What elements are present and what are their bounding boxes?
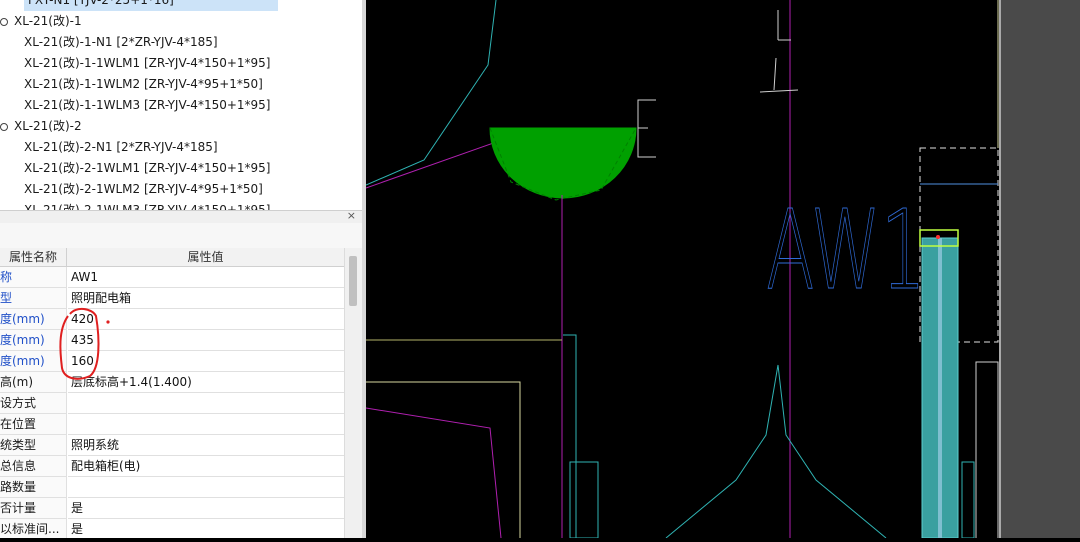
property-scrollbar[interactable] bbox=[344, 248, 362, 538]
tree-item-label: XL-21(改)-1-N1 [2*ZR-YJV-4*185] bbox=[24, 35, 218, 49]
cad-line-magenta-lower bbox=[365, 407, 502, 539]
property-grid: 属性名称 属性值 称 AW1 型照明配电箱 度(mm) 420 度(mm) 435 度(mm)… bbox=[0, 248, 344, 538]
right-gray-panel bbox=[999, 0, 1080, 538]
grip-point[interactable] bbox=[936, 235, 940, 239]
property-value-cell[interactable]: 420 bbox=[68, 309, 344, 330]
cad-line-symbol-base bbox=[759, 89, 799, 93]
tree-item-label: XL-21(改)-1-1WLM1 [ZR-YJV-4*150+1*95] bbox=[24, 56, 271, 70]
header-property-value: 属性值 bbox=[67, 248, 344, 267]
expand-toggle-icon[interactable] bbox=[0, 122, 8, 131]
expand-toggle-icon[interactable] bbox=[0, 17, 8, 26]
tree-item-label: XL-21(改)-2-N1 [2*ZR-YJV-4*185] bbox=[24, 140, 218, 154]
tree-group-item[interactable]: XL-21(改)-2 bbox=[0, 116, 82, 137]
cad-canvas[interactable]: AW1 bbox=[365, 0, 1080, 539]
cad-cyan-rect bbox=[569, 461, 599, 539]
property-value-cell[interactable]: 照明系统 bbox=[68, 435, 344, 456]
drawing-svg: AW1 bbox=[365, 0, 999, 539]
panel-splitter[interactable]: × bbox=[0, 209, 362, 224]
cad-line-yellow-box bbox=[366, 381, 521, 538]
tree-item-label: XL-21(改)-2-1WLM2 [ZR-YJV-4*95+1*50] bbox=[24, 182, 263, 196]
tree-item-label: XL-21(改)-1-1WLM2 [ZR-YJV-4*95+1*50] bbox=[24, 77, 263, 91]
tree-item-label: XL-21(改)-2-1WLM1 [ZR-YJV-4*150+1*95] bbox=[24, 161, 271, 175]
property-name-cell: 路数量 bbox=[0, 477, 67, 498]
property-value-cell[interactable]: 照明配电箱 bbox=[68, 288, 344, 309]
tree-item[interactable]: XL-21(改)-2-1WLM3 [ZR-YJV-4*150+1*95] bbox=[24, 200, 271, 210]
green-fixture-shape bbox=[489, 127, 637, 199]
tree-item[interactable]: XL-21(改)-2-1WLM2 [ZR-YJV-4*95+1*50] bbox=[24, 179, 263, 200]
cad-line-cyan-upper bbox=[365, 0, 497, 186]
property-name-cell: 度(mm) bbox=[0, 330, 67, 351]
tree-item[interactable]: XL-21(改)-1-1WLM3 [ZR-YJV-4*150+1*95] bbox=[24, 95, 271, 116]
property-value-cell[interactable]: 是 bbox=[68, 498, 344, 519]
panel-toolbar-area bbox=[0, 223, 362, 248]
cad-line-symbol-low bbox=[773, 57, 777, 91]
tree-group-item[interactable]: XL-21(改)-1 bbox=[0, 11, 82, 32]
property-value-cell[interactable]: 是 bbox=[68, 519, 344, 538]
property-name-cell: 度(mm) bbox=[0, 309, 67, 330]
property-value-cell[interactable]: AW1 bbox=[68, 267, 344, 288]
property-value-cell[interactable]: 435 bbox=[68, 330, 344, 351]
property-name-cell: 总信息 bbox=[0, 456, 67, 477]
property-name-cell: 在位置 bbox=[0, 414, 67, 435]
tree-item-label: XL-21(改)-1-1WLM3 [ZR-YJV-4*150+1*95] bbox=[24, 98, 271, 112]
property-name-cell: 称 bbox=[0, 267, 67, 288]
tree-item-label: XL-21(改)-1 bbox=[14, 14, 82, 28]
tree-item-label: XL-21(改)-2-1WLM3 [ZR-YJV-4*150+1*95] bbox=[24, 203, 271, 210]
close-icon[interactable]: × bbox=[347, 209, 356, 222]
cad-line-cyan-peak bbox=[665, 364, 887, 539]
property-name-cell: 统类型 bbox=[0, 435, 67, 456]
property-name-cell: 度(mm) bbox=[0, 351, 67, 372]
header-property-name: 属性名称 bbox=[0, 248, 67, 267]
property-value-cell[interactable]: 配电箱柜(电) bbox=[68, 456, 344, 477]
left-panel: FXT-N1 [YJV-2*25+1*16] XL-21(改)-1 XL-21(改)… bbox=[0, 0, 362, 538]
property-name-cell: 否计量 bbox=[0, 498, 67, 519]
aw1-label: AW1 bbox=[766, 186, 926, 314]
property-value-cell[interactable] bbox=[68, 477, 344, 498]
property-value-cell[interactable] bbox=[68, 414, 344, 435]
tree-item-label: XL-21(改)-2 bbox=[14, 119, 82, 133]
property-name-cell: 型 bbox=[0, 288, 67, 309]
cad-line-gray-frame bbox=[975, 361, 999, 538]
tree-item-label: FXT-N1 [YJV-2*25+1*16] bbox=[28, 0, 174, 7]
tree-item[interactable]: XL-21(改)-2-1WLM1 [ZR-YJV-4*150+1*95] bbox=[24, 158, 271, 179]
property-value-cell[interactable]: 层底标高+1.4(1.400) bbox=[68, 372, 344, 393]
property-value-cell[interactable]: 160 bbox=[68, 351, 344, 372]
property-value-cell[interactable] bbox=[68, 393, 344, 414]
tree-item[interactable]: FXT-N1 [YJV-2*25+1*16] bbox=[24, 0, 278, 11]
scrollbar-thumb[interactable] bbox=[349, 256, 357, 306]
cad-cyan-rect-right bbox=[961, 461, 975, 539]
tree-item[interactable]: XL-21(改)-1-1WLM1 [ZR-YJV-4*150+1*95] bbox=[24, 53, 271, 74]
tree-item[interactable]: XL-21(改)-2-N1 [2*ZR-YJV-4*185] bbox=[24, 137, 218, 158]
circuit-tree: FXT-N1 [YJV-2*25+1*16] XL-21(改)-1 XL-21(改)… bbox=[0, 0, 362, 210]
tree-item[interactable]: XL-21(改)-1-1WLM2 [ZR-YJV-4*95+1*50] bbox=[24, 74, 263, 95]
property-name-cell: 设方式 bbox=[0, 393, 67, 414]
tree-item[interactable]: XL-21(改)-1-N1 [2*ZR-YJV-4*185] bbox=[24, 32, 218, 53]
property-name-cell: 高(m) bbox=[0, 372, 67, 393]
property-name-cell: 以标准间... bbox=[0, 519, 67, 538]
